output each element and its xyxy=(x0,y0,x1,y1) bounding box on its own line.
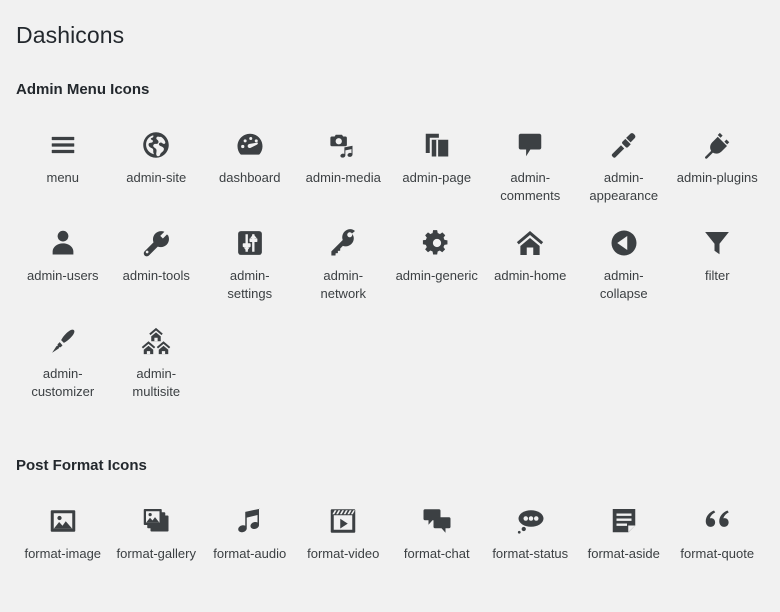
icon-label: dashboard xyxy=(219,169,280,187)
icon-label: admin-media xyxy=(306,169,381,187)
icon-cell-admin-users[interactable]: admin-users xyxy=(16,216,110,312)
note-page-icon xyxy=(607,504,641,538)
icon-cell-dashboard[interactable]: dashboard xyxy=(203,118,297,214)
icon-cell-admin-network[interactable]: admin-network xyxy=(297,216,391,312)
icon-cell-admin-settings[interactable]: admin-settings xyxy=(203,216,297,312)
icon-label: admin-generic xyxy=(396,267,478,285)
section-post-format-icons: Post Format Icons format-image format-gal… xyxy=(16,410,764,590)
icon-cell-format-gallery[interactable]: format-gallery xyxy=(110,494,204,590)
funnel-icon xyxy=(700,226,734,260)
icon-label: admin-plugins xyxy=(677,169,758,187)
music-note-icon xyxy=(233,504,267,538)
pictures-stack-icon xyxy=(139,504,173,538)
icon-label: admin-customizer xyxy=(21,365,105,401)
icon-label: format-status xyxy=(492,545,568,563)
section-admin-menu-icons: Admin Menu Icons menu admin-site dashboard… xyxy=(16,52,764,410)
icon-label: format-aside xyxy=(588,545,660,563)
two-bubbles-icon xyxy=(420,504,454,538)
icon-cell-format-quote[interactable]: format-quote xyxy=(671,494,765,590)
icon-label: format-gallery xyxy=(117,545,196,563)
film-play-icon xyxy=(326,504,360,538)
icon-label: admin-home xyxy=(494,267,566,285)
icon-label: admin-site xyxy=(126,169,186,187)
icon-cell-format-audio[interactable]: format-audio xyxy=(203,494,297,590)
icon-cell-format-status[interactable]: format-status xyxy=(484,494,578,590)
circle-left-arrow-icon xyxy=(607,226,641,260)
picture-icon xyxy=(46,504,80,538)
icon-cell-admin-collapse[interactable]: admin-collapse xyxy=(577,216,671,312)
icon-label: admin-network xyxy=(301,267,385,303)
icon-cell-admin-appearance[interactable]: admin-appearance xyxy=(577,118,671,214)
globe-icon xyxy=(139,128,173,162)
section-heading-post-format: Post Format Icons xyxy=(16,410,764,476)
icon-label: admin-comments xyxy=(488,169,572,205)
icon-cell-format-image[interactable]: format-image xyxy=(16,494,110,590)
icon-cell-admin-multisite[interactable]: admin-multisite xyxy=(110,314,204,410)
gear-icon xyxy=(420,226,454,260)
icon-label: admin-appearance xyxy=(582,169,666,205)
icon-label: format-audio xyxy=(213,545,286,563)
icon-label: admin-multisite xyxy=(114,365,198,401)
icon-label: admin-settings xyxy=(208,267,292,303)
icon-label: filter xyxy=(705,267,730,285)
icon-cell-admin-tools[interactable]: admin-tools xyxy=(110,216,204,312)
home-icon xyxy=(513,226,547,260)
icon-cell-format-aside[interactable]: format-aside xyxy=(577,494,671,590)
page-title: Dashicons xyxy=(16,0,764,52)
icon-cell-admin-page[interactable]: admin-page xyxy=(390,118,484,214)
icon-cell-admin-media[interactable]: admin-media xyxy=(297,118,391,214)
icon-label: format-image xyxy=(24,545,101,563)
icon-cell-menu[interactable]: menu xyxy=(16,118,110,214)
multiple-houses-icon xyxy=(139,324,173,358)
icon-label: format-video xyxy=(307,545,379,563)
admin-menu-icon-grid: menu admin-site dashboard admin-media admin-… xyxy=(16,100,764,410)
icon-label: menu xyxy=(46,169,79,187)
plug-icon xyxy=(700,128,734,162)
thought-bubble-icon xyxy=(513,504,547,538)
icon-cell-admin-plugins[interactable]: admin-plugins xyxy=(671,118,765,214)
gauge-icon xyxy=(233,128,267,162)
user-icon xyxy=(46,226,80,260)
dashicons-page: Dashicons Admin Menu Icons menu admin-sit… xyxy=(0,0,780,612)
key-icon xyxy=(326,226,360,260)
icon-label: admin-users xyxy=(27,267,99,285)
menu-icon xyxy=(46,128,80,162)
speech-bubble-icon xyxy=(513,128,547,162)
icon-cell-admin-home[interactable]: admin-home xyxy=(484,216,578,312)
icon-cell-format-video[interactable]: format-video xyxy=(297,494,391,590)
quote-marks-icon xyxy=(700,504,734,538)
icon-cell-format-chat[interactable]: format-chat xyxy=(390,494,484,590)
icon-label: format-quote xyxy=(680,545,754,563)
icon-cell-filter[interactable]: filter xyxy=(671,216,765,312)
icon-cell-admin-generic[interactable]: admin-generic xyxy=(390,216,484,312)
paint-brush-stroke-icon xyxy=(46,324,80,358)
icon-label: admin-collapse xyxy=(582,267,666,303)
icon-cell-admin-comments[interactable]: admin-comments xyxy=(484,118,578,214)
camera-music-icon xyxy=(326,128,360,162)
icon-cell-admin-site[interactable]: admin-site xyxy=(110,118,204,214)
icon-label: format-chat xyxy=(404,545,470,563)
section-heading-admin-menu: Admin Menu Icons xyxy=(16,52,764,100)
pages-icon xyxy=(420,128,454,162)
post-format-icon-grid: format-image format-gallery format-audio fo… xyxy=(16,476,764,590)
wrench-icon xyxy=(139,226,173,260)
icon-label: admin-page xyxy=(402,169,471,187)
paintbrush-icon xyxy=(607,128,641,162)
icon-cell-admin-customizer[interactable]: admin-customizer xyxy=(16,314,110,410)
icon-label: admin-tools xyxy=(123,267,190,285)
sliders-icon xyxy=(233,226,267,260)
